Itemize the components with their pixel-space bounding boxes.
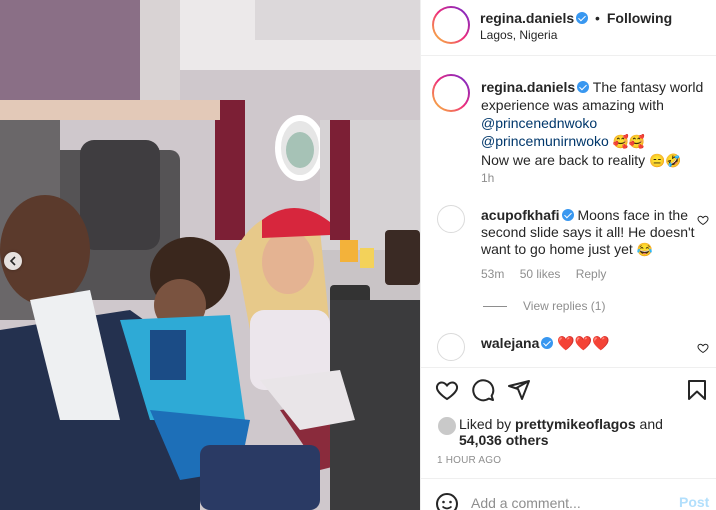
- post-actions: [421, 367, 716, 411]
- commenter-username[interactable]: walejana: [481, 335, 539, 351]
- add-comment-bar: Post: [421, 478, 716, 510]
- mention-link[interactable]: @princenednwoko: [481, 115, 597, 131]
- others-count-link[interactable]: 54,036 others: [459, 432, 549, 448]
- author-avatar[interactable]: [432, 6, 470, 44]
- view-replies-label: View replies (1): [523, 299, 606, 313]
- caption-avatar[interactable]: [432, 74, 470, 112]
- comment-text: acupofkhafi Moons face in the second sli…: [481, 207, 701, 258]
- likes-text: Liked by prettymikeoflagos and 54,036 ot…: [459, 416, 663, 448]
- previous-slide-button[interactable]: [4, 252, 22, 270]
- verified-badge-icon: [561, 209, 574, 221]
- post-timestamp[interactable]: 1 HOUR AGO: [437, 455, 501, 466]
- replies-line: [483, 306, 507, 308]
- verified-badge-icon: [541, 337, 554, 349]
- comment-icon[interactable]: [471, 378, 495, 402]
- comment-emoji: 😂: [636, 242, 653, 257]
- post-photo[interactable]: [0, 0, 420, 510]
- caption-emojis: 🥰🥰: [612, 134, 646, 149]
- verified-badge-icon: [577, 81, 590, 93]
- caption-username[interactable]: regina.daniels: [481, 79, 575, 95]
- liked-by-and: and: [639, 416, 663, 432]
- likes-summary: Liked by prettymikeoflagos and 54,036 ot…: [421, 410, 716, 450]
- post-header: regina.daniels • Following Lagos, Nigeri…: [421, 0, 716, 56]
- commenter-avatar[interactable]: [437, 333, 465, 361]
- share-icon[interactable]: [507, 378, 531, 402]
- comment-input[interactable]: [471, 493, 661, 510]
- comments-list[interactable]: regina.daniels The fantasy world experie…: [421, 57, 716, 367]
- view-replies-button[interactable]: View replies (1): [483, 299, 605, 313]
- author-line: regina.daniels • Following: [480, 10, 672, 26]
- chevron-left-icon: [9, 256, 16, 266]
- emoji-icon[interactable]: [435, 492, 459, 510]
- post-location[interactable]: Lagos, Nigeria: [480, 28, 557, 42]
- reply-button[interactable]: Reply: [576, 267, 607, 281]
- comment-meta: 53m 50 likes Reply: [481, 267, 618, 281]
- post-comment-button[interactable]: Post: [679, 494, 709, 510]
- comment-like-icon[interactable]: [697, 342, 709, 354]
- separator-dot: •: [595, 10, 600, 26]
- liker-username[interactable]: prettymikeoflagos: [515, 416, 636, 432]
- commenter-username[interactable]: acupofkhafi: [481, 207, 560, 223]
- commenter-avatar[interactable]: [437, 205, 465, 233]
- comment-body: ❤️❤️❤️: [557, 335, 610, 351]
- author-username[interactable]: regina.daniels: [480, 10, 574, 26]
- comment-text: walejana ❤️❤️❤️: [481, 335, 610, 352]
- caption-emojis: 😑🤣: [649, 153, 682, 168]
- mention-link[interactable]: @princemunirnwoko: [481, 133, 609, 149]
- post-photo-image: [0, 0, 420, 510]
- comment-likes[interactable]: 50 likes: [520, 267, 561, 281]
- save-icon[interactable]: [685, 378, 709, 402]
- like-icon[interactable]: [435, 378, 459, 402]
- comment-time[interactable]: 53m: [481, 267, 504, 281]
- liked-by-prefix: Liked by: [459, 416, 512, 432]
- caption-time[interactable]: 1h: [481, 171, 494, 185]
- comment-like-icon[interactable]: [697, 214, 709, 226]
- follow-status-button[interactable]: Following: [607, 10, 672, 26]
- verified-badge-icon: [576, 12, 589, 24]
- post-details-panel: regina.daniels • Following Lagos, Nigeri…: [420, 0, 716, 510]
- liker-avatar[interactable]: [437, 416, 457, 436]
- caption-body-2: Now we are back to reality: [481, 152, 646, 168]
- caption-text: regina.daniels The fantasy world experie…: [481, 78, 711, 170]
